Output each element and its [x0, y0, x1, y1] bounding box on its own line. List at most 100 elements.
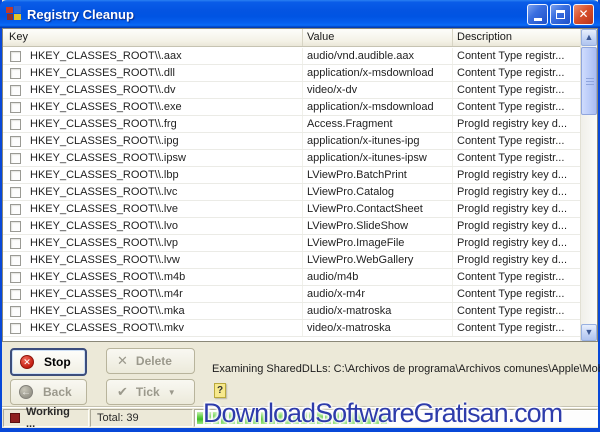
- key-cell: HKEY_CLASSES_ROOT\\.lve: [30, 203, 178, 215]
- working-status-panel: Working ...: [3, 406, 89, 430]
- key-cell: HKEY_CLASSES_ROOT\\.lvo: [30, 220, 178, 232]
- row-checkbox[interactable]: [10, 101, 21, 113]
- back-icon: ←: [19, 385, 33, 399]
- delete-button-label: Delete: [135, 354, 172, 368]
- row-checkbox[interactable]: [10, 67, 21, 79]
- value-cell: video/x-dv: [307, 84, 358, 96]
- table-row[interactable]: HKEY_CLASSES_ROOT\\.m4b audio/m4b Conten…: [3, 269, 580, 286]
- value-cell: LViewPro.ImageFile: [307, 237, 405, 249]
- description-cell: ProgId registry key d...: [457, 203, 568, 215]
- key-cell: HKEY_CLASSES_ROOT\\.m4r: [30, 288, 183, 300]
- value-cell: LViewPro.WebGallery: [307, 254, 414, 266]
- delete-icon: ✕: [117, 353, 128, 368]
- total-count-panel: Total: 39: [90, 409, 193, 427]
- value-cell: audio/vnd.audible.aax: [307, 50, 415, 62]
- row-checkbox[interactable]: [10, 271, 21, 283]
- progress-panel: [194, 409, 598, 427]
- column-header-key[interactable]: Key: [3, 29, 303, 46]
- total-count-label: Total: 39: [97, 412, 139, 424]
- table-body: HKEY_CLASSES_ROOT\\.aax audio/vnd.audibl…: [3, 48, 580, 341]
- table-row[interactable]: HKEY_CLASSES_ROOT\\.exe application/x-ms…: [3, 99, 580, 116]
- tick-icon: ✔: [117, 384, 128, 399]
- registry-keys-table: Key Value Description HKEY_CLASSES_ROOT\…: [2, 28, 598, 342]
- delete-button[interactable]: ✕ Delete: [106, 348, 195, 374]
- title-bar: Registry Cleanup ✕: [0, 0, 600, 28]
- tick-button-label: Tick: [135, 385, 160, 399]
- row-checkbox[interactable]: [10, 152, 21, 164]
- status-bar: Working ... Total: 39: [2, 406, 598, 430]
- row-checkbox[interactable]: [10, 135, 21, 147]
- table-row[interactable]: HKEY_CLASSES_ROOT\\.lvp LViewPro.ImageFi…: [3, 235, 580, 252]
- value-cell: video/x-matroska: [307, 322, 391, 334]
- scroll-up-icon: ▲: [584, 32, 594, 42]
- row-checkbox[interactable]: [10, 50, 21, 62]
- key-cell: HKEY_CLASSES_ROOT\\.lbp: [30, 169, 179, 181]
- table-row[interactable]: HKEY_CLASSES_ROOT\\.aax audio/vnd.audibl…: [3, 48, 580, 65]
- description-cell: ProgId registry key d...: [457, 118, 568, 130]
- description-cell: Content Type registr...: [457, 101, 565, 113]
- key-cell: HKEY_CLASSES_ROOT\\.frg: [30, 118, 177, 130]
- column-header-description[interactable]: Description: [453, 29, 580, 46]
- row-checkbox[interactable]: [10, 203, 21, 215]
- scroll-up-button[interactable]: ▲: [581, 29, 597, 46]
- minimize-button[interactable]: [527, 3, 548, 25]
- table-row[interactable]: HKEY_CLASSES_ROOT\\.ipsw application/x-i…: [3, 150, 580, 167]
- value-cell: LViewPro.BatchPrint: [307, 169, 407, 181]
- working-indicator-icon: [10, 413, 20, 423]
- table-row[interactable]: HKEY_CLASSES_ROOT\\.mka audio/x-matroska…: [3, 303, 580, 320]
- scrollbar-thumb[interactable]: [581, 47, 597, 115]
- key-cell: HKEY_CLASSES_ROOT\\.mka: [30, 305, 185, 317]
- value-cell: Access.Fragment: [307, 118, 393, 130]
- description-cell: Content Type registr...: [457, 288, 565, 300]
- table-row[interactable]: HKEY_CLASSES_ROOT\\.lvo LViewPro.SlideSh…: [3, 218, 580, 235]
- row-checkbox[interactable]: [10, 305, 21, 317]
- key-cell: HKEY_CLASSES_ROOT\\.aax: [30, 50, 182, 62]
- table-row[interactable]: HKEY_CLASSES_ROOT\\.lve LViewPro.Contact…: [3, 201, 580, 218]
- table-row[interactable]: HKEY_CLASSES_ROOT\\.ipg application/x-it…: [3, 133, 580, 150]
- row-checkbox[interactable]: [10, 84, 21, 96]
- table-row[interactable]: HKEY_CLASSES_ROOT\\.lvw LViewPro.WebGall…: [3, 252, 580, 269]
- close-icon: ✕: [578, 7, 589, 21]
- table-row[interactable]: HKEY_CLASSES_ROOT\\.lbp LViewPro.BatchPr…: [3, 167, 580, 184]
- help-icon[interactable]: ?: [214, 383, 226, 398]
- value-cell: application/x-msdownload: [307, 67, 434, 79]
- table-row[interactable]: HKEY_CLASSES_ROOT\\.mkv video/x-matroska…: [3, 320, 580, 337]
- value-cell: audio/x-m4r: [307, 288, 366, 300]
- value-cell: application/x-itunes-ipsw: [307, 152, 427, 164]
- description-cell: ProgId registry key d...: [457, 237, 568, 249]
- table-row[interactable]: HKEY_CLASSES_ROOT\\.lvc LViewPro.Catalog…: [3, 184, 580, 201]
- value-cell: LViewPro.SlideShow: [307, 220, 409, 232]
- table-row[interactable]: HKEY_CLASSES_ROOT\\.dv video/x-dv Conten…: [3, 82, 580, 99]
- key-cell: HKEY_CLASSES_ROOT\\.dll: [30, 67, 175, 79]
- row-checkbox[interactable]: [10, 288, 21, 300]
- row-checkbox[interactable]: [10, 169, 21, 181]
- maximize-button[interactable]: [550, 3, 571, 25]
- back-button[interactable]: ← Back: [10, 379, 87, 405]
- key-cell: HKEY_CLASSES_ROOT\\.dv: [30, 84, 176, 96]
- scroll-down-button[interactable]: ▼: [581, 324, 597, 341]
- row-checkbox[interactable]: [10, 322, 21, 334]
- column-header-value[interactable]: Value: [303, 29, 453, 46]
- key-cell: HKEY_CLASSES_ROOT\\.exe: [30, 101, 182, 113]
- row-checkbox[interactable]: [10, 118, 21, 130]
- row-checkbox[interactable]: [10, 220, 21, 232]
- table-row[interactable]: HKEY_CLASSES_ROOT\\.m4r audio/x-m4r Cont…: [3, 286, 580, 303]
- vertical-scrollbar[interactable]: ▲ ▼: [580, 29, 597, 341]
- back-button-label: Back: [43, 385, 72, 399]
- maximize-icon: [556, 9, 565, 19]
- value-cell: application/x-itunes-ipg: [307, 135, 420, 147]
- key-cell: HKEY_CLASSES_ROOT\\.ipsw: [30, 152, 186, 164]
- table-row[interactable]: HKEY_CLASSES_ROOT\\.frg Access.Fragment …: [3, 116, 580, 133]
- row-checkbox[interactable]: [10, 186, 21, 198]
- tick-button[interactable]: ✔ Tick ▼: [106, 379, 195, 405]
- description-cell: ProgId registry key d...: [457, 169, 568, 181]
- table-row[interactable]: HKEY_CLASSES_ROOT\\.dll application/x-ms…: [3, 65, 580, 82]
- close-button[interactable]: ✕: [573, 3, 594, 25]
- row-checkbox[interactable]: [10, 237, 21, 249]
- registry-cleanup-window: Registry Cleanup ✕ Key Value Description…: [0, 0, 600, 432]
- row-checkbox[interactable]: [10, 254, 21, 266]
- key-cell: HKEY_CLASSES_ROOT\\.ipg: [30, 135, 179, 147]
- stop-button[interactable]: ✕ Stop: [10, 348, 87, 376]
- value-cell: LViewPro.Catalog: [307, 186, 395, 198]
- window-title: Registry Cleanup: [27, 6, 134, 22]
